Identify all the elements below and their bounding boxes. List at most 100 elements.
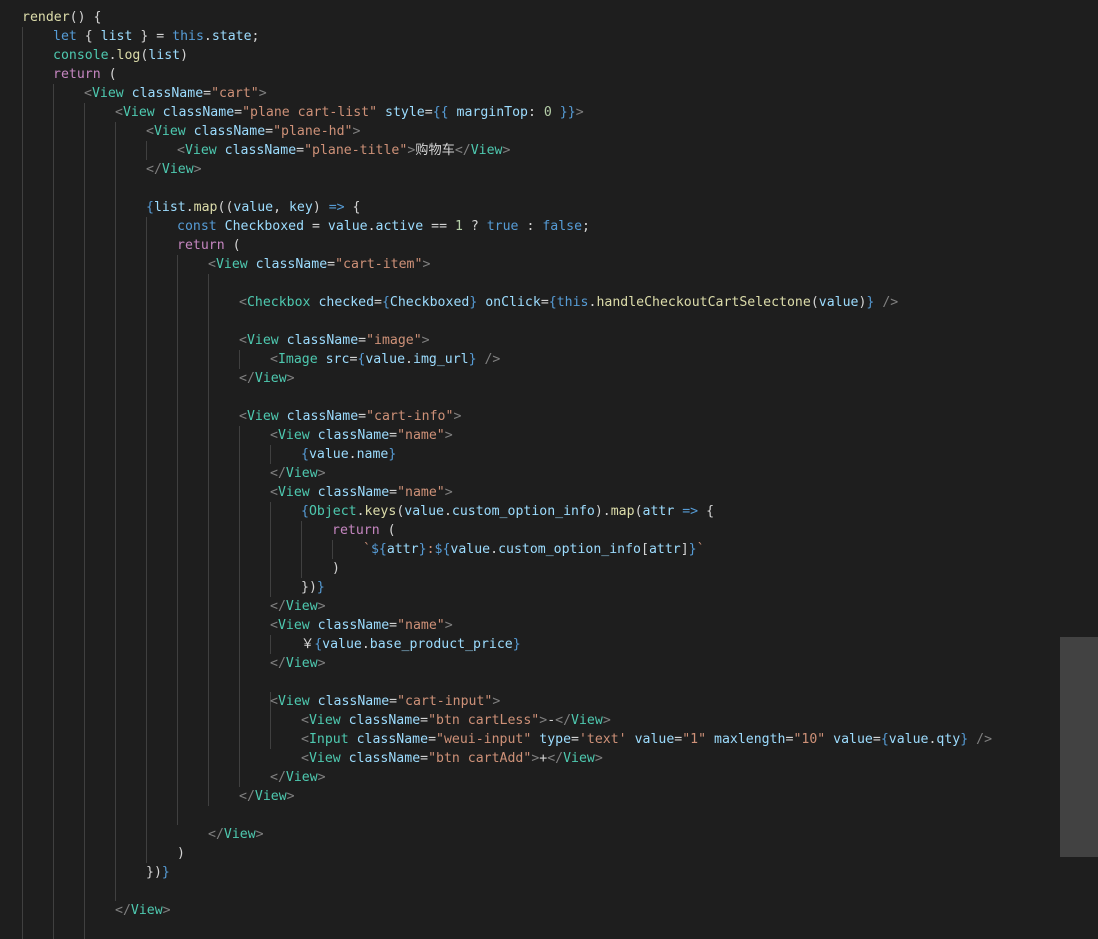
code-token: ${	[434, 542, 451, 557]
code-line[interactable]: <View className="cart-input">	[270, 692, 500, 711]
indent-guide	[270, 445, 271, 464]
code-line[interactable]: </View>	[270, 464, 326, 483]
code-token: <	[301, 732, 309, 747]
code-token: =	[389, 618, 398, 633]
code-token: >	[444, 618, 453, 633]
code-token: >	[317, 466, 326, 481]
code-line[interactable]: return (	[177, 236, 241, 255]
code-token: className	[348, 713, 421, 728]
code-token: ?	[462, 219, 487, 234]
code-line[interactable]: <View className="cart">	[84, 84, 267, 103]
code-token: "name"	[397, 618, 445, 633]
code-token: {	[146, 200, 154, 215]
code-line[interactable]: </View>	[146, 160, 202, 179]
code-token: attr	[386, 542, 419, 557]
code-line[interactable]: <View className="plane cart-list" style=…	[115, 103, 584, 122]
code-token: <	[270, 428, 278, 443]
code-token: ;	[582, 219, 590, 234]
code-line[interactable]: <View className="cart-info">	[239, 407, 461, 426]
code-line[interactable]: </View>	[270, 597, 326, 616]
code-line[interactable]: {Object.keys(value.custom_option_info).m…	[301, 502, 714, 521]
code-token: img_url	[413, 352, 469, 367]
code-line[interactable]: <View className="name">	[270, 426, 453, 445]
code-token: attr	[648, 542, 681, 557]
code-token: key	[288, 200, 313, 215]
code-token: "10"	[793, 732, 826, 747]
code-line[interactable]: </View>	[270, 768, 326, 787]
code-line[interactable]: </View>	[270, 654, 326, 673]
code-line[interactable]: <Checkbox checked={Checkboxed} onClick={…	[239, 293, 898, 312]
indent-guide	[53, 84, 54, 939]
code-token: =	[327, 257, 336, 272]
code-line[interactable]: return (	[332, 521, 396, 540]
code-token: "plane cart-list"	[242, 105, 378, 120]
code-token: >	[502, 143, 511, 158]
code-line[interactable]: })}	[301, 578, 325, 597]
code-token: this	[172, 29, 204, 44]
vertical-scrollbar-thumb[interactable]	[1060, 637, 1098, 857]
code-editor[interactable]: render() {let { list } = this.state; cons…	[0, 0, 1098, 939]
code-token: =>	[328, 200, 345, 215]
code-token: =	[420, 713, 429, 728]
code-token: name	[356, 447, 389, 462]
code-line[interactable]: )	[332, 559, 340, 578]
code-token: </	[555, 713, 572, 728]
code-line[interactable]: </View>	[239, 369, 295, 388]
code-token: }	[960, 732, 969, 747]
code-token: custom_option_info	[498, 542, 641, 557]
code-token: )	[177, 846, 185, 861]
code-token: handleCheckoutCartSelectone	[596, 295, 811, 310]
code-token: View	[571, 713, 603, 728]
code-token: style	[385, 105, 425, 120]
code-line[interactable]: </View>	[208, 825, 264, 844]
code-line[interactable]: <View className="btn cartAdd">+</View>	[301, 749, 603, 768]
code-token: View	[254, 789, 287, 804]
code-token: >	[317, 770, 326, 785]
code-line[interactable]: {value.name}	[301, 445, 396, 464]
code-line[interactable]: <View className="plane-title">购物车</View>	[177, 141, 510, 160]
code-token: "plane-hd"	[273, 124, 353, 139]
code-line[interactable]: <View className="name">	[270, 616, 453, 635]
code-line[interactable]: })}	[146, 863, 170, 882]
code-token: className	[317, 694, 390, 709]
code-token: =	[540, 295, 549, 310]
code-line[interactable]: </View>	[239, 787, 295, 806]
code-token: })	[301, 580, 317, 595]
code-token: >	[162, 903, 171, 918]
indent-guide	[146, 141, 147, 160]
code-line[interactable]: let { list } = this.state;	[53, 27, 260, 46]
code-token: [	[640, 542, 649, 557]
code-line[interactable]: console.log(list)	[53, 46, 188, 65]
indent-guide	[270, 502, 271, 597]
code-token: `	[363, 542, 371, 557]
code-token: View	[285, 656, 318, 671]
code-line[interactable]: render() {	[22, 8, 101, 27]
code-line[interactable]: {list.map((value, key) => {	[146, 198, 360, 217]
code-token: value	[818, 295, 859, 310]
code-line[interactable]: `${attr}:${value.custom_option_info[attr…	[363, 540, 705, 559]
code-token: (	[100, 67, 117, 82]
code-line[interactable]: ￥{value.base_product_price}	[301, 635, 521, 654]
code-token: maxlength	[714, 732, 786, 747]
code-token: className	[255, 257, 328, 272]
code-line[interactable]: <Image src={value.img_url} />	[270, 350, 500, 369]
code-line[interactable]: )	[177, 844, 185, 863]
code-line[interactable]: return (	[53, 65, 117, 84]
code-line[interactable]: </View>	[115, 901, 171, 920]
code-line[interactable]: <View className="btn cartLess">-</View>	[301, 711, 611, 730]
code-token: Object	[308, 504, 357, 519]
code-line[interactable]: <View className="name">	[270, 483, 453, 502]
code-token: >	[602, 713, 611, 728]
code-line[interactable]: <View className="image">	[239, 331, 430, 350]
code-line[interactable]: <View className="plane-hd">	[146, 122, 360, 141]
code-line[interactable]: <View className="cart-item">	[208, 255, 430, 274]
code-line[interactable]: <Input className="weui-input" type='text…	[301, 730, 992, 749]
code-token: =>	[682, 504, 699, 519]
code-line[interactable]: const Checkboxed = value.active == 1 ? t…	[177, 217, 590, 236]
code-token: (	[634, 504, 643, 519]
code-token: () {	[69, 10, 102, 25]
